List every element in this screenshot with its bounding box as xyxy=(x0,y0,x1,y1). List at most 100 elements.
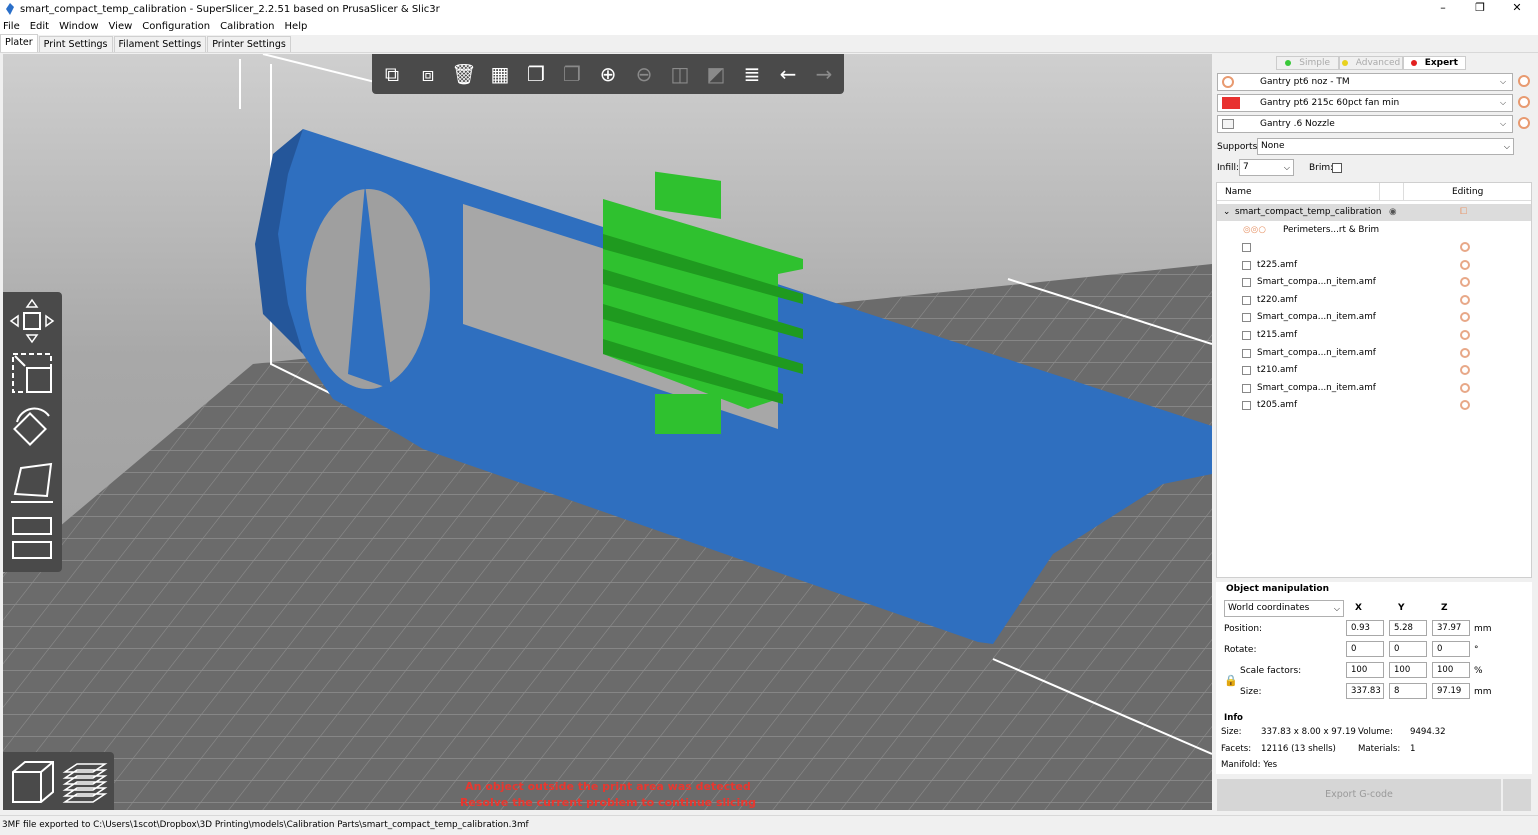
position-x-input[interactable]: 0.93 xyxy=(1346,620,1384,636)
redo-arrow-icon[interactable]: → xyxy=(808,58,840,90)
tab-filament-settings[interactable]: Filament Settings xyxy=(113,36,207,52)
size-x-input[interactable]: 337.83 xyxy=(1346,683,1384,699)
position-z-input[interactable]: 37.97 xyxy=(1432,620,1470,636)
part-gear-icon[interactable] xyxy=(1460,400,1470,410)
copy-icon[interactable]: ❐ xyxy=(520,58,552,90)
menu-help[interactable]: Help xyxy=(285,21,308,32)
menu-configuration[interactable]: Configuration xyxy=(142,21,210,32)
part-gear-icon[interactable] xyxy=(1460,365,1470,375)
maximize-button[interactable]: ❐ xyxy=(1461,0,1499,18)
rotate-icon[interactable] xyxy=(9,404,55,450)
menu-view[interactable]: View xyxy=(109,21,133,32)
filament-color-swatch[interactable] xyxy=(1222,97,1240,109)
tab-plater[interactable]: Plater xyxy=(0,34,38,52)
object-settings-row[interactable]: ◎◎○ Perimeters...rt & Brim xyxy=(1217,222,1531,239)
scale-label: Scale factors: xyxy=(1240,666,1302,676)
part-gear-icon[interactable] xyxy=(1460,348,1470,358)
scale-x-input[interactable]: 100 xyxy=(1346,662,1384,678)
split-objects-icon[interactable]: ◫ xyxy=(664,58,696,90)
menu-window[interactable]: Window xyxy=(59,21,98,32)
supports-combo[interactable]: None ⌵ xyxy=(1257,138,1514,155)
part-gear-icon[interactable] xyxy=(1460,295,1470,305)
remove-instance-icon[interactable]: ⊖ xyxy=(628,58,660,90)
delete-part-icon[interactable]: ⧈ xyxy=(412,58,444,90)
warning-line-1: An object outside the print area was det… xyxy=(465,780,751,793)
menu-file[interactable]: File xyxy=(3,21,20,32)
arrange-icon[interactable]: ▦ xyxy=(484,58,516,90)
place-on-face-icon[interactable] xyxy=(9,460,55,506)
list-item[interactable]: Smart_compa...n_item.amf xyxy=(1217,345,1531,362)
add-instance-icon[interactable]: ⊕ xyxy=(592,58,624,90)
size-y-input[interactable]: 8 xyxy=(1389,683,1427,699)
part-gear-icon[interactable] xyxy=(1460,242,1470,252)
edit-settings-icon[interactable]: ⧠ xyxy=(1460,207,1467,217)
part-gear-icon[interactable] xyxy=(1460,330,1470,340)
window-title: smart_compact_temp_calibration - SuperSl… xyxy=(20,3,440,15)
printer-preset-combo[interactable]: Gantry .6 Nozzle ⌵ xyxy=(1217,115,1513,133)
menu-calibration[interactable]: Calibration xyxy=(220,21,274,32)
list-item[interactable]: Smart_compa...n_item.amf xyxy=(1217,274,1531,291)
mode-simple-button[interactable]: Simple xyxy=(1276,56,1340,70)
export-gcode-button[interactable]: Export G-code xyxy=(1217,779,1501,811)
col-editing[interactable]: Editing xyxy=(1452,187,1483,197)
part-gear-icon[interactable] xyxy=(1460,383,1470,393)
rotate-y-input[interactable]: 0 xyxy=(1389,641,1427,657)
expand-chevron-icon[interactable]: ⌄ xyxy=(1223,207,1230,217)
eye-icon[interactable]: ◉ xyxy=(1389,207,1397,217)
move-icon[interactable] xyxy=(9,298,55,344)
brim-checkbox[interactable] xyxy=(1332,163,1342,173)
size-z-input[interactable]: 97.19 xyxy=(1432,683,1470,699)
list-item[interactable]: t215.amf xyxy=(1217,327,1531,344)
delete-all-icon[interactable]: 🗑 xyxy=(448,58,480,90)
list-item[interactable] xyxy=(1217,239,1531,256)
scale-y-input[interactable]: 100 xyxy=(1389,662,1427,678)
close-button[interactable]: ✕ xyxy=(1498,0,1536,18)
coordinate-system-combo[interactable]: World coordinates ⌵ xyxy=(1224,600,1344,617)
tab-printer-settings[interactable]: Printer Settings xyxy=(207,36,291,52)
minimize-button[interactable]: – xyxy=(1424,0,1462,18)
position-y-input[interactable]: 5.28 xyxy=(1389,620,1427,636)
menu-edit[interactable]: Edit xyxy=(30,21,49,32)
part-gear-icon[interactable] xyxy=(1460,312,1470,322)
part-gear-icon[interactable] xyxy=(1460,277,1470,287)
warning-line-2: Resolve the current problem to continue … xyxy=(459,796,757,809)
rotate-x-input[interactable]: 0 xyxy=(1346,641,1384,657)
list-item[interactable]: Smart_compa...n_item.amf xyxy=(1217,380,1531,397)
part-gear-icon[interactable] xyxy=(1460,260,1470,270)
3d-viewport[interactable]: ⧉ ⧈ 🗑 ▦ ❐ ❐ ⊕ ⊖ ◫ ◩ ≣ ← → An object outs… xyxy=(3,54,1212,810)
paste-icon[interactable]: ❐ xyxy=(556,58,588,90)
rotate-unit: ° xyxy=(1474,645,1479,655)
printer-preset-gear-icon[interactable] xyxy=(1518,117,1530,129)
filament-preset-gear-icon[interactable] xyxy=(1518,96,1530,108)
layers-editing-icon[interactable]: ≣ xyxy=(736,58,768,90)
list-item[interactable]: Smart_compa...n_item.amf xyxy=(1217,309,1531,326)
undo-arrow-icon[interactable]: ← xyxy=(772,58,804,90)
lock-icon[interactable]: 🔒 xyxy=(1224,674,1238,687)
split-parts-icon[interactable]: ◩ xyxy=(700,58,732,90)
preview-layers-icon[interactable] xyxy=(61,758,109,806)
menu-bar: File Edit Window View Configuration Cali… xyxy=(0,18,1538,35)
add-object-icon[interactable]: ⧉ xyxy=(376,58,408,90)
tab-print-settings[interactable]: Print Settings xyxy=(38,36,113,52)
cut-icon[interactable] xyxy=(9,514,55,560)
col-name[interactable]: Name xyxy=(1225,187,1252,197)
print-preset-combo[interactable]: Gantry pt6 noz - TM ⌵ xyxy=(1217,73,1513,91)
print-preset-gear-icon[interactable] xyxy=(1518,75,1530,87)
mode-expert-button[interactable]: Expert xyxy=(1402,56,1466,70)
infill-combo[interactable]: 7 ⌵ xyxy=(1239,159,1294,176)
3d-view-icon[interactable] xyxy=(9,758,57,806)
object-list[interactable]: Name Editing ⌄ smart_compact_temp_calibr… xyxy=(1216,182,1532,578)
mode-advanced-button[interactable]: Advanced xyxy=(1339,56,1403,70)
list-item[interactable]: t210.amf xyxy=(1217,362,1531,379)
list-item[interactable]: t220.amf xyxy=(1217,292,1531,309)
list-item[interactable]: t205.amf xyxy=(1217,397,1531,414)
infill-label: Infill: xyxy=(1217,163,1240,173)
list-item[interactable]: t225.amf xyxy=(1217,257,1531,274)
export-options-button[interactable] xyxy=(1503,779,1531,811)
scene-canvas[interactable] xyxy=(3,54,1212,810)
object-row-root[interactable]: ⌄ smart_compact_temp_calibration ◉ ⧠ xyxy=(1217,204,1531,221)
scale-icon[interactable] xyxy=(9,350,55,396)
scale-z-input[interactable]: 100 xyxy=(1432,662,1470,678)
rotate-z-input[interactable]: 0 xyxy=(1432,641,1470,657)
filament-preset-combo[interactable]: Gantry pt6 215c 60pct fan min ⌵ xyxy=(1217,94,1513,112)
